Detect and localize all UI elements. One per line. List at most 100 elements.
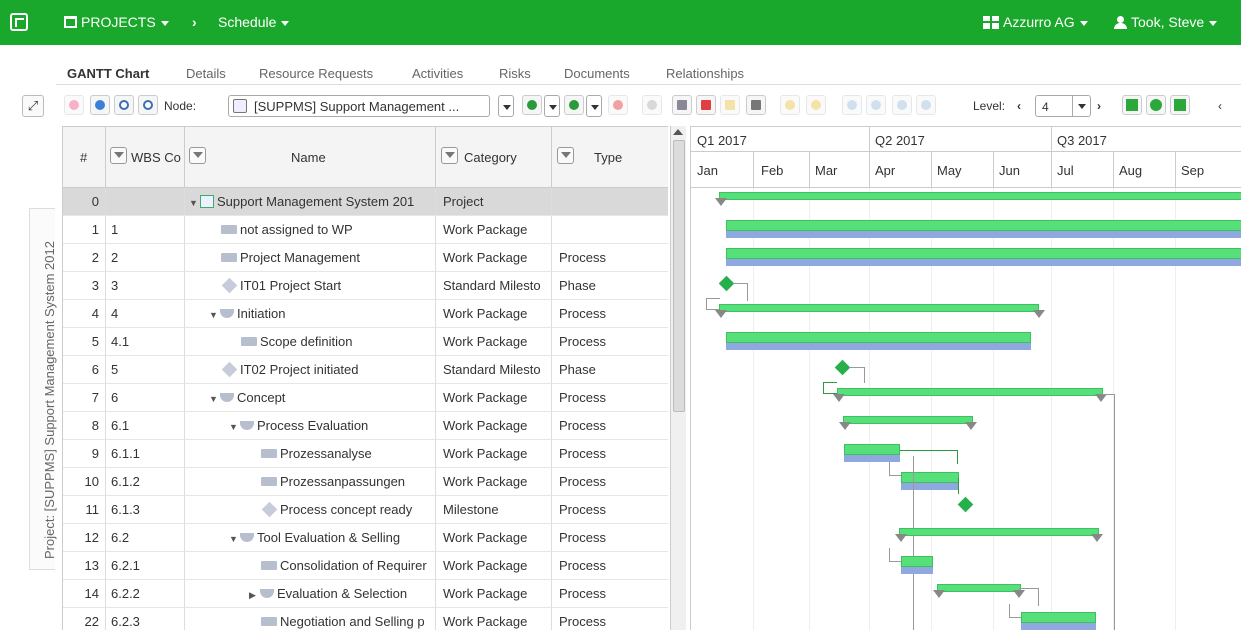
gantt-milestone[interactable] <box>718 275 735 292</box>
level-select[interactable]: 4 <box>1035 95 1091 117</box>
add-subtask-dropdown[interactable] <box>586 95 602 117</box>
gantt-chart-area[interactable]: Q1 2017 Q2 2017 Q3 2017 Jan Feb Mar Apr … <box>690 126 1241 630</box>
name-filter-icon[interactable] <box>189 147 206 164</box>
work-package-icon <box>261 617 277 626</box>
type-filter-icon[interactable] <box>557 147 574 164</box>
column-header-type[interactable]: Type <box>552 127 668 188</box>
table-row[interactable]: 1 1 not assigned to WP Work Package <box>63 216 668 244</box>
level-decrease-icon[interactable]: ‹ <box>1017 99 1021 113</box>
scroll-to-end-icon[interactable] <box>1170 95 1190 115</box>
gantt-summary-bar[interactable] <box>837 388 1103 396</box>
link-icon[interactable] <box>642 95 662 115</box>
outdent-icon[interactable] <box>842 95 862 115</box>
gantt-task-bar[interactable] <box>726 332 1031 343</box>
table-row[interactable]: 10 6.1.2 Prozessanpassungen Work Package… <box>63 468 668 496</box>
refresh-icon[interactable] <box>90 95 110 115</box>
tab-details[interactable]: Details <box>186 66 226 81</box>
tab-documents[interactable]: Documents <box>564 66 630 81</box>
collapse-icon[interactable]: ▼ <box>229 414 240 439</box>
tab-divider <box>56 84 1241 85</box>
scroll-to-today-icon[interactable] <box>1146 95 1166 115</box>
edit-icon[interactable] <box>720 95 740 115</box>
table-row[interactable]: 7 6 ▼ Concept Work Package Process <box>63 384 668 412</box>
critical-path-icon[interactable] <box>696 95 716 115</box>
project-side-panel[interactable]: Project: [SUPPMS] Support Management Sys… <box>29 208 57 570</box>
table-row[interactable]: 0 ▼ Support Management System 201 Project <box>63 188 668 216</box>
category-filter-icon[interactable] <box>441 147 458 164</box>
save-icon[interactable] <box>64 95 84 115</box>
add-task-dropdown[interactable] <box>544 95 560 117</box>
gantt-summary-bar[interactable] <box>937 584 1021 592</box>
scroll-to-start-icon[interactable] <box>1122 95 1142 115</box>
gantt-task-bar[interactable] <box>901 472 959 483</box>
node-dropdown-button[interactable] <box>498 95 514 117</box>
table-row[interactable]: 4 4 ▼ Initiation Work Package Process <box>63 300 668 328</box>
expand-icon[interactable]: ⤢ <box>22 95 44 117</box>
tab-activities[interactable]: Activities <box>412 66 463 81</box>
company-menu[interactable]: Azzurro AG <box>983 14 1088 30</box>
table-row[interactable]: 22 6.2.3 Negotiation and Selling p Work … <box>63 608 668 630</box>
magnet-icon[interactable] <box>806 95 826 115</box>
toolbar-more-icon[interactable]: ‹ <box>1218 99 1222 113</box>
gantt-summary-bar[interactable] <box>843 416 973 424</box>
move-up-icon[interactable] <box>892 95 912 115</box>
grid-vertical-scrollbar[interactable] <box>670 126 686 630</box>
row-type: Process <box>559 586 606 601</box>
gantt-task-bar[interactable] <box>726 220 1241 231</box>
collapse-icon[interactable]: ▼ <box>209 386 220 411</box>
zoom-out-icon[interactable] <box>138 95 158 115</box>
add-task-icon[interactable] <box>522 95 542 115</box>
table-row[interactable]: 3 3 IT01 Project Start Standard Milesto … <box>63 272 668 300</box>
column-header-wbs[interactable]: WBS Co <box>106 127 185 188</box>
zoom-in-icon[interactable] <box>114 95 134 115</box>
tab-risks[interactable]: Risks <box>499 66 531 81</box>
expand-icon[interactable]: ▶ <box>249 582 260 607</box>
column-header-name[interactable]: Name <box>185 127 436 188</box>
scroll-up-icon[interactable] <box>673 129 683 135</box>
delete-icon[interactable] <box>608 95 628 115</box>
node-select[interactable]: [SUPPMS] Support Management ... <box>228 95 490 117</box>
gantt-milestone[interactable] <box>834 359 851 376</box>
wbs-filter-icon[interactable] <box>110 147 127 164</box>
move-down-icon[interactable] <box>916 95 936 115</box>
table-row[interactable]: 12 6.2 ▼ Tool Evaluation & Selling Work P… <box>63 524 668 552</box>
collapse-icon[interactable]: ▼ <box>189 190 200 215</box>
collapse-icon[interactable]: ▼ <box>229 526 240 551</box>
baseline-icon[interactable] <box>780 95 800 115</box>
filter-icon[interactable] <box>746 95 766 115</box>
tab-relationships[interactable]: Relationships <box>666 66 744 81</box>
table-row[interactable]: 8 6.1 ▼ Process Evaluation Work Package P… <box>63 412 668 440</box>
table-row[interactable]: 13 6.2.1 Consolidation of Requirer Work … <box>63 552 668 580</box>
collapse-icon[interactable]: ▼ <box>209 302 220 327</box>
table-row[interactable]: 14 6.2.2 ▶ Evaluation & Selection Work Pa… <box>63 580 668 608</box>
projects-menu[interactable]: PROJECTS <box>64 14 169 30</box>
tab-gantt-chart[interactable]: GANTT Chart <box>67 66 149 81</box>
gantt-baseline-bar <box>844 455 900 462</box>
gantt-milestone[interactable] <box>957 496 974 513</box>
tab-resource-requests[interactable]: Resource Requests <box>259 66 373 81</box>
gantt-summary-bar[interactable] <box>719 304 1039 312</box>
app-logo-icon[interactable] <box>10 13 28 31</box>
add-subtask-icon[interactable] <box>564 95 584 115</box>
level-increase-icon[interactable]: › <box>1097 99 1101 113</box>
user-menu[interactable]: Took, Steve <box>1114 14 1218 30</box>
schedule-menu[interactable]: Schedule <box>218 14 290 30</box>
column-header-num[interactable]: # <box>63 127 106 188</box>
gantt-summary-bar[interactable] <box>899 528 1099 536</box>
scrollbar-thumb[interactable] <box>673 140 685 412</box>
gantt-task-bar[interactable] <box>901 556 933 567</box>
gantt-task-bar[interactable] <box>1021 612 1096 623</box>
table-row[interactable]: 9 6.1.1 Prozessanalyse Work Package Proc… <box>63 440 668 468</box>
table-row[interactable]: 5 4.1 Scope definition Work Package Proc… <box>63 328 668 356</box>
table-row[interactable]: 6 5 IT02 Project initiated Standard Mile… <box>63 356 668 384</box>
row-num: 12 <box>63 524 106 551</box>
row-category: Standard Milesto <box>436 356 552 383</box>
column-header-category[interactable]: Category <box>436 127 552 188</box>
gantt-task-bar[interactable] <box>726 248 1241 259</box>
table-row[interactable]: 2 2 Project Management Work Package Proc… <box>63 244 668 272</box>
gantt-summary-bar[interactable] <box>719 192 1241 200</box>
indent-icon[interactable] <box>866 95 886 115</box>
gantt-task-bar[interactable] <box>844 444 900 455</box>
table-row[interactable]: 11 6.1.3 Process concept ready Milestone… <box>63 496 668 524</box>
table-settings-icon[interactable] <box>672 95 692 115</box>
